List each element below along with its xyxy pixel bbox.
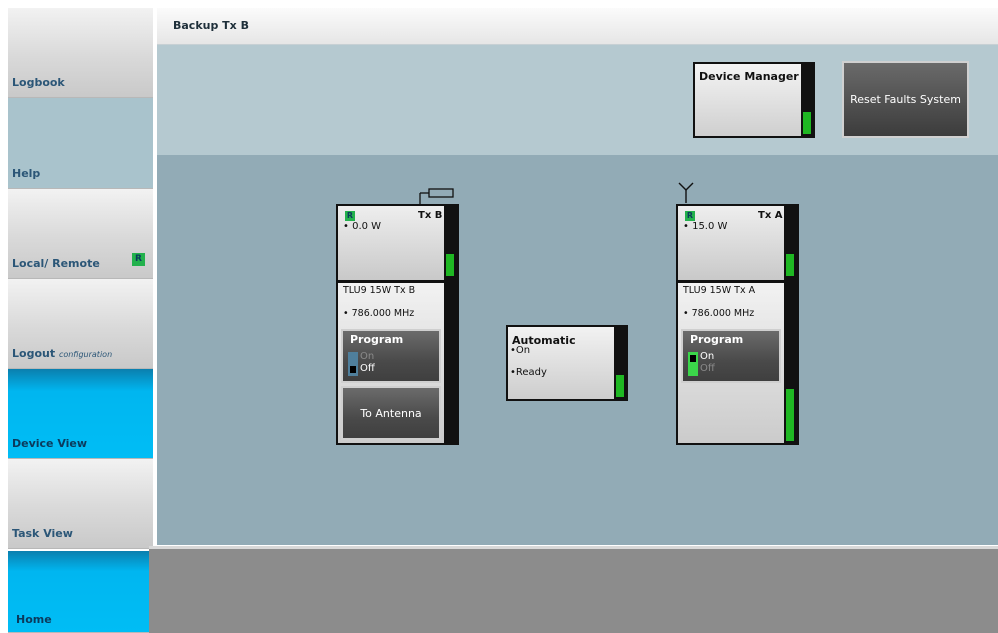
tx-b-status-bar: [446, 254, 454, 276]
tx-a-status-tile[interactable]: R Tx A • 15.0 W: [676, 204, 799, 282]
tx-a-program-switch-knob: [690, 355, 696, 362]
antenna-icon: [678, 182, 694, 203]
tx-a-program-off[interactable]: Off: [700, 363, 715, 374]
sidebar-item-device-view[interactable]: Device View: [8, 369, 153, 459]
tx-b-remote-badge: R: [345, 211, 355, 221]
page-title: Backup Tx B: [173, 19, 249, 32]
sidebar-item-logbook[interactable]: Logbook: [8, 8, 153, 98]
device-manager-status-bar: [803, 112, 811, 134]
reset-faults-button[interactable]: Reset Faults System: [842, 61, 969, 138]
tx-a-program-switch[interactable]: [688, 352, 698, 376]
title-bar: Backup Tx B: [157, 8, 998, 45]
tx-b-power: • 0.0 W: [343, 221, 382, 232]
automatic-status-bar: [616, 375, 624, 397]
tx-b-program-title: Program: [350, 333, 404, 346]
sidebar-item-logout[interactable]: Logout configuration: [8, 279, 153, 369]
sidebar-item-label: Logbook: [12, 76, 65, 89]
device-manager-tile[interactable]: Device Manager: [693, 62, 815, 138]
device-manager-label: Device Manager: [699, 70, 799, 83]
sidebar-item-help[interactable]: Help: [8, 98, 153, 189]
tx-b-program-switch-knob: [350, 366, 356, 373]
sidebar-item-home[interactable]: Home: [8, 551, 149, 633]
tx-a-power: • 15.0 W: [683, 221, 728, 232]
to-antenna-label: To Antenna: [360, 406, 422, 420]
tx-a-status-face: R Tx A • 15.0 W: [678, 206, 784, 280]
tx-a-frequency: • 786.000 MHz: [683, 308, 755, 319]
sidebar-item-label: Logout: [12, 347, 56, 360]
sidebar-item-label: Local/ Remote: [12, 257, 100, 270]
tx-b-model: TLU9 15W Tx B: [343, 285, 416, 296]
tx-a-control-tile: TLU9 15W Tx A • 786.000 MHz Program On O…: [676, 281, 799, 445]
tx-a-name: Tx A: [758, 210, 783, 221]
sidebar-item-task-view[interactable]: Task View: [8, 459, 153, 549]
tx-b-frequency: • 786.000 MHz: [343, 308, 415, 319]
sidebar-item-label: Device View: [12, 437, 88, 450]
tx-a-program-title: Program: [690, 333, 744, 346]
sidebar-item-label: Help: [12, 167, 41, 180]
tx-b-program-off[interactable]: Off: [360, 363, 375, 374]
device-manager-face: Device Manager: [695, 64, 801, 136]
automatic-switch-tile[interactable]: Automatic •On •Ready: [506, 325, 628, 401]
tx-a-model: TLU9 15W Tx A: [683, 285, 756, 296]
to-antenna-button[interactable]: To Antenna: [341, 386, 441, 440]
tx-a-status-bar: [786, 254, 794, 276]
sidebar-item-label-wrap: Logout configuration: [12, 347, 112, 360]
sidebar-item-sublabel: configuration: [58, 350, 113, 359]
tx-a-remote-badge: R: [685, 211, 695, 221]
tx-b-program-panel[interactable]: Program On Off: [341, 329, 441, 383]
tx-a-program-panel[interactable]: Program On Off: [681, 329, 781, 383]
tx-a-program-on[interactable]: On: [700, 351, 714, 362]
tx-b-control-tile: TLU9 15W Tx B • 786.000 MHz Program On O…: [336, 281, 459, 445]
automatic-on-status: •On: [510, 345, 531, 356]
remote-status-badge: R: [132, 253, 145, 266]
automatic-switch-face: Automatic •On •Ready: [508, 327, 614, 399]
reset-faults-label: Reset Faults System: [850, 93, 961, 106]
sidebar: Logbook Help Local/ Remote R Logout conf…: [8, 8, 153, 633]
tx-b-program-switch[interactable]: [348, 352, 358, 376]
footer-bar: [149, 546, 998, 633]
tx-b-status-face: R Tx B • 0.0 W: [338, 206, 444, 280]
tx-a-on-air-bar: [786, 389, 794, 441]
tx-b-status-tile[interactable]: R Tx B • 0.0 W: [336, 204, 459, 282]
automatic-ready-status: •Ready: [510, 367, 547, 378]
tx-b-name: Tx B: [418, 210, 443, 221]
sidebar-item-label: Task View: [12, 527, 73, 540]
sidebar-item-label: Home: [16, 613, 52, 626]
app-window: Logbook Help Local/ Remote R Logout conf…: [0, 0, 998, 633]
sidebar-item-local-remote[interactable]: Local/ Remote R: [8, 189, 153, 279]
tx-b-program-on[interactable]: On: [360, 351, 374, 362]
